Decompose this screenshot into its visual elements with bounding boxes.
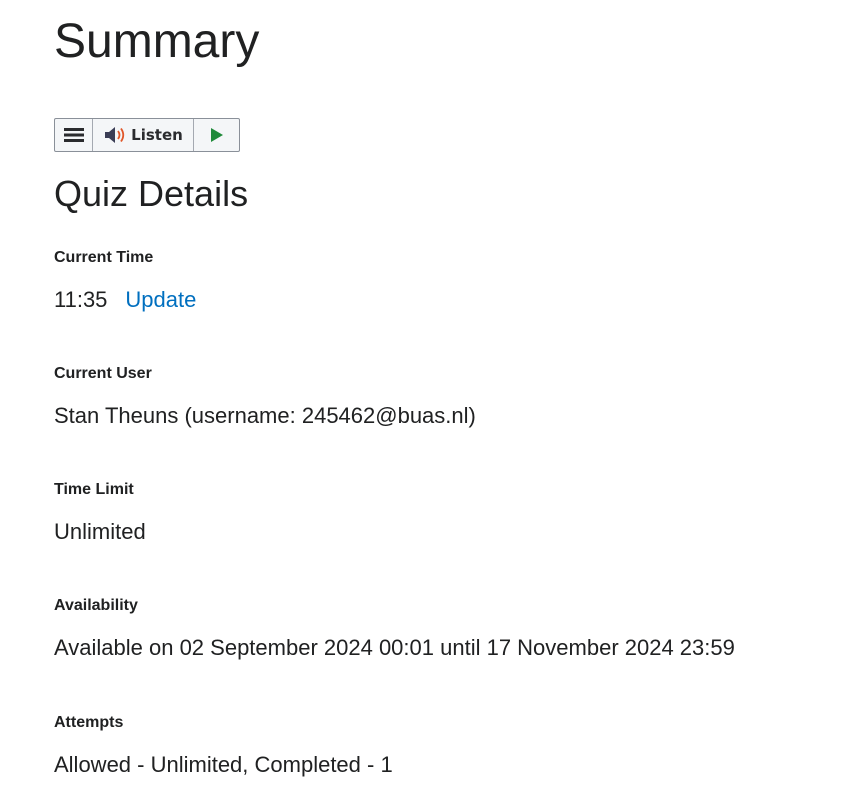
current-time-row: 11:35 Update xyxy=(54,286,196,314)
current-user-value: Stan Theuns (username: 245462@buas.nl) xyxy=(54,403,476,428)
time-limit-label: Time Limit xyxy=(54,481,134,498)
hamburger-menu-icon xyxy=(63,128,84,142)
listen-toolbar: Listen xyxy=(54,118,240,152)
availability-label: Availability xyxy=(54,597,138,614)
page-title: Summary xyxy=(54,15,260,68)
play-button[interactable] xyxy=(194,119,239,151)
speaker-icon xyxy=(105,127,125,143)
current-user-field: Current User Stan Theuns (username: 2454… xyxy=(54,364,476,430)
time-limit-field: Time Limit Unlimited xyxy=(54,480,146,546)
play-icon xyxy=(210,128,223,142)
attempts-field: Attempts Allowed - Unlimited, Completed … xyxy=(54,713,393,779)
attempts-label: Attempts xyxy=(54,714,124,731)
update-time-link[interactable]: Update xyxy=(125,287,196,312)
listen-menu-button[interactable] xyxy=(55,119,93,151)
time-limit-value: Unlimited xyxy=(54,519,146,544)
availability-value: Available on 02 September 2024 00:01 unt… xyxy=(54,635,735,660)
listen-button[interactable]: Listen xyxy=(93,119,194,151)
listen-label: Listen xyxy=(131,126,183,144)
current-time-value: 11:35 xyxy=(54,287,108,312)
availability-field: Availability Available on 02 September 2… xyxy=(54,596,735,662)
current-time-field: Current Time 11:35 Update xyxy=(54,248,196,314)
current-time-label: Current Time xyxy=(54,249,154,266)
current-user-label: Current User xyxy=(54,365,152,382)
quiz-details-heading: Quiz Details xyxy=(54,173,249,214)
attempts-value: Allowed - Unlimited, Completed - 1 xyxy=(54,752,393,777)
